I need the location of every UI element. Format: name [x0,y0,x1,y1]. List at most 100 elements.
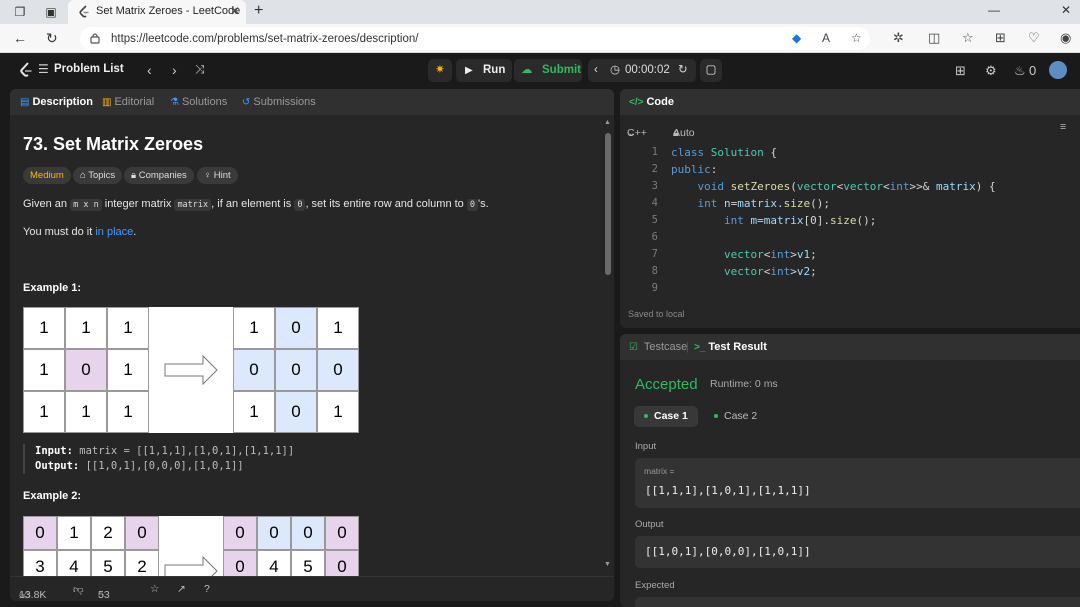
scrollbar-thumb[interactable] [605,133,611,275]
case-1-tab[interactable]: Case 1 [634,406,698,427]
description-tabs: ▤ Description ▥ Editorial ⚗ Solutions ↺ Subm… [10,89,614,115]
code-line: void setZeroes(vector<vector<int>>& matr… [697,180,996,193]
performance-icon[interactable]: ♡ [1028,30,1040,46]
example-2-title: Example 2: [23,490,82,502]
test-result-panel: ☑ Testcase | >_ Test Result Accepted Runt… [620,334,1080,607]
favorite-star-icon[interactable]: ☆ [851,31,862,45]
expected-box [635,597,1080,607]
layout-grid-icon[interactable]: ⊞ [955,63,966,79]
read-aloud-icon[interactable]: A [822,31,830,45]
scroll-down-icon[interactable]: ▼ [604,561,611,568]
url-input[interactable]: https://leetcode.com/problems/set-matrix… [80,27,870,50]
input-box: matrix = [[1,1,1],[1,0,1],[1,1,1]] [635,458,1080,508]
streak-flame-icon[interactable]: ♨ [1014,63,1026,79]
code-tab[interactable]: </> Code [629,96,674,108]
close-window-icon[interactable]: ✕ [1061,3,1071,17]
minimize-icon[interactable]: — [988,3,1000,17]
in-place-note: You must do it in place. [23,226,137,238]
format-menu-icon[interactable]: ≡ [1060,121,1066,133]
play-icon: ▶ [465,65,473,76]
description-panel: ▤ Description ▥ Editorial ⚗ Solutions ↺ Subm… [10,89,614,601]
tab-submissions[interactable]: ↺ Submissions [242,96,316,108]
in-place-link[interactable]: in place [95,226,133,238]
debug-icon[interactable]: ✷ [428,59,452,82]
reset-timer-icon[interactable]: ↻ [678,59,688,82]
streak-count: 0 [1029,63,1037,78]
chevron-down-icon: ⌄ [627,127,636,139]
document-icon: ▤ [20,97,30,108]
pass-dot-icon [644,414,648,419]
tab-test-result[interactable]: >_ Test Result [694,341,767,353]
matrix-cell: 0 [23,516,57,550]
scroll-up-icon[interactable]: ▲ [604,119,611,126]
tag-icon: ⌂ [80,170,86,181]
matrix-cell: 0 [291,516,325,550]
back-icon[interactable]: ← [13,30,27,46]
url-text: https://leetcode.com/problems/set-matrix… [111,33,419,45]
extensions-icon[interactable]: ✲ [893,30,904,46]
browser-tab-bar: ❐ ▣ Set Matrix Zeroes - LeetCode ✕ + — ✕ [0,0,1080,24]
collections-icon[interactable]: ⊞ [995,30,1006,46]
favorite-star-icon[interactable]: ☆ [150,583,159,595]
matrix-cell: 1 [23,391,65,433]
tag-icon[interactable]: ◆ [792,31,801,45]
address-bar-row: ← ↻ https://leetcode.com/problems/set-ma… [0,24,1080,53]
matrix-cell: 0 [233,349,275,391]
favorites-icon[interactable]: ☆ [962,30,974,46]
prev-problem-icon[interactable]: ‹ [147,62,152,78]
matrix-cell: 0 [223,516,257,550]
code-line: int n=matrix.size(); [697,197,831,210]
shuffle-icon[interactable]: ⤨ [195,62,205,77]
next-problem-icon[interactable]: › [172,62,177,78]
avatar[interactable] [1049,61,1067,79]
lightbulb-icon: ♀ [204,170,212,181]
upload-cloud-icon: ☁ [521,64,533,76]
code-brackets-icon: </> [629,97,644,108]
runtime-text: Runtime: 0 ms [710,378,778,390]
code-editor[interactable]: 1 2 3 4 5 6 7 8 9 class Solution { public: void … [620,144,1080,294]
matrix-cell: 1 [317,307,359,349]
tab-editorial[interactable]: ▥ Editorial [102,96,154,108]
code-panel-header: </> Code [620,89,1080,115]
share-icon[interactable]: ↗ [177,583,186,595]
collapse-timer-icon[interactable]: ‹ [594,59,598,82]
leetcode-logo-icon[interactable] [19,62,33,79]
output-label: Output [635,519,664,530]
problem-list-link[interactable]: Problem List [54,63,124,75]
note-icon[interactable]: ▢ [700,59,722,82]
line-number: 5 [651,214,658,226]
companies-chip[interactable]: 🔒︎ Companies [124,167,194,184]
line-number: 8 [651,265,658,277]
split-screen-icon[interactable]: ◫ [928,30,940,46]
close-tab-icon[interactable]: ✕ [230,4,240,18]
book-icon: ▥ [102,97,112,108]
new-tab-icon[interactable]: + [254,2,263,20]
code-line: int m=matrix[0].size(); [723,214,877,227]
profile-icon[interactable]: ◉ [1060,30,1071,46]
tab-testcase[interactable]: ☑ Testcase [629,341,687,353]
tab-solutions[interactable]: ⚗ Solutions [170,96,227,108]
timer[interactable]: ‹ ◷ 00:00:02 ↻ [588,59,696,82]
refresh-icon[interactable]: ↻ [46,30,58,47]
history-icon: ↺ [242,97,251,108]
submit-button[interactable]: ☁ Submit [514,59,582,82]
expected-label: Expected [635,580,675,591]
settings-gear-icon[interactable]: ⚙ [985,63,997,79]
arrow-panel [149,307,233,433]
case-2-tab[interactable]: Case 2 [704,406,767,427]
tab-actions-icon[interactable]: ▣ [43,4,59,20]
code-toolbar: C++ ⌄ 🔒︎ Auto ≡ [627,121,1067,139]
code-line: vector<int>v1; [723,248,817,261]
list-icon[interactable]: ☰ [38,62,49,76]
dislike-icon[interactable]: 👎︎ [73,583,84,596]
help-icon[interactable]: ? [204,583,210,595]
workspaces-icon[interactable]: ❐ [12,4,28,20]
tab-description[interactable]: ▤ Description [20,96,93,108]
run-button[interactable]: ▶ Run [456,59,512,82]
output-value: [[1,0,1],[0,0,0],[1,0,1]] [645,545,811,558]
matrix-cell: 0 [325,516,359,550]
topics-chip[interactable]: ⌂ Topics [73,167,123,184]
browser-tab[interactable]: Set Matrix Zeroes - LeetCode ✕ [68,0,246,24]
lock-icon: 🔒︎ [131,170,137,181]
hint-chip[interactable]: ♀ Hint [197,167,238,184]
